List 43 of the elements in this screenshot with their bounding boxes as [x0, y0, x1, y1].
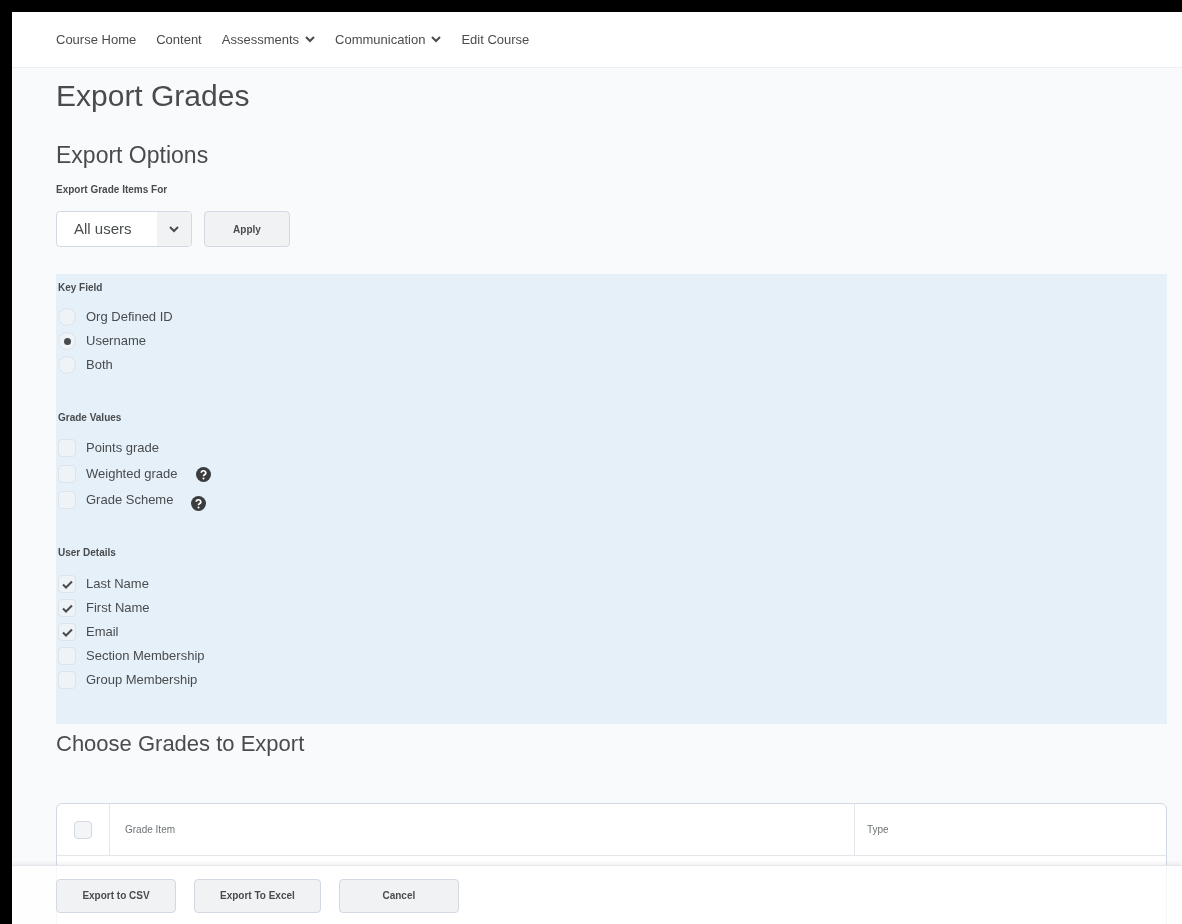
- footer-button[interactable]: Export To Excel: [194, 878, 321, 913]
- radio-label: Username: [86, 332, 146, 351]
- section-heading: Export Options: [56, 141, 210, 170]
- footer-button[interactable]: Cancel: [338, 878, 459, 913]
- radio-label: Org Defined ID: [86, 308, 173, 327]
- checkbox-label: Group Membership: [86, 671, 198, 690]
- checkbox-label: First Name: [86, 599, 150, 618]
- footer-button[interactable]: Export to CSV: [56, 878, 176, 913]
- checkbox[interactable]: [58, 623, 76, 641]
- check-icon: [61, 579, 73, 589]
- checkbox-label: Last Name: [86, 575, 149, 594]
- checkbox-label: Points grade: [86, 439, 159, 458]
- chevron-down-icon: [169, 225, 179, 233]
- select-all-checkbox[interactable]: [74, 820, 92, 839]
- chevron-down-icon: [305, 36, 316, 43]
- group-label: Key Field: [58, 281, 104, 295]
- checkbox[interactable]: [58, 575, 76, 593]
- nav-link[interactable]: Edit Course: [461, 29, 530, 50]
- help-icon[interactable]: [191, 495, 207, 511]
- nav-link[interactable]: Course Home: [56, 29, 137, 50]
- checkbox-label: Section Membership: [86, 647, 205, 666]
- radio-button[interactable]: [58, 332, 76, 350]
- chevron-down-icon: [431, 36, 442, 43]
- users-select[interactable]: All users: [56, 211, 192, 247]
- page-title: Export Grades: [56, 78, 251, 114]
- nav-link[interactable]: Content: [156, 29, 202, 50]
- section-heading: Choose Grades to Export: [56, 730, 306, 758]
- checkbox-label: Weighted grade: [86, 465, 178, 484]
- checkbox-label: Email: [86, 623, 119, 642]
- column-header: Grade Item: [110, 804, 855, 855]
- radio-label: Both: [86, 356, 113, 375]
- group-label: Grade Values: [58, 411, 123, 425]
- nav-menu[interactable]: Assessments: [221, 29, 316, 50]
- column-header: Type: [866, 823, 889, 837]
- group-label: User Details: [58, 546, 117, 560]
- apply-button[interactable]: Apply: [204, 211, 290, 247]
- nav-menu[interactable]: Communication: [335, 29, 442, 50]
- field-label: Export Grade Items For: [56, 183, 169, 197]
- help-icon[interactable]: [195, 466, 211, 482]
- check-icon: [61, 603, 73, 613]
- check-icon: [61, 627, 73, 637]
- checkbox[interactable]: [58, 599, 76, 617]
- checkbox-label: Grade Scheme: [86, 491, 174, 510]
